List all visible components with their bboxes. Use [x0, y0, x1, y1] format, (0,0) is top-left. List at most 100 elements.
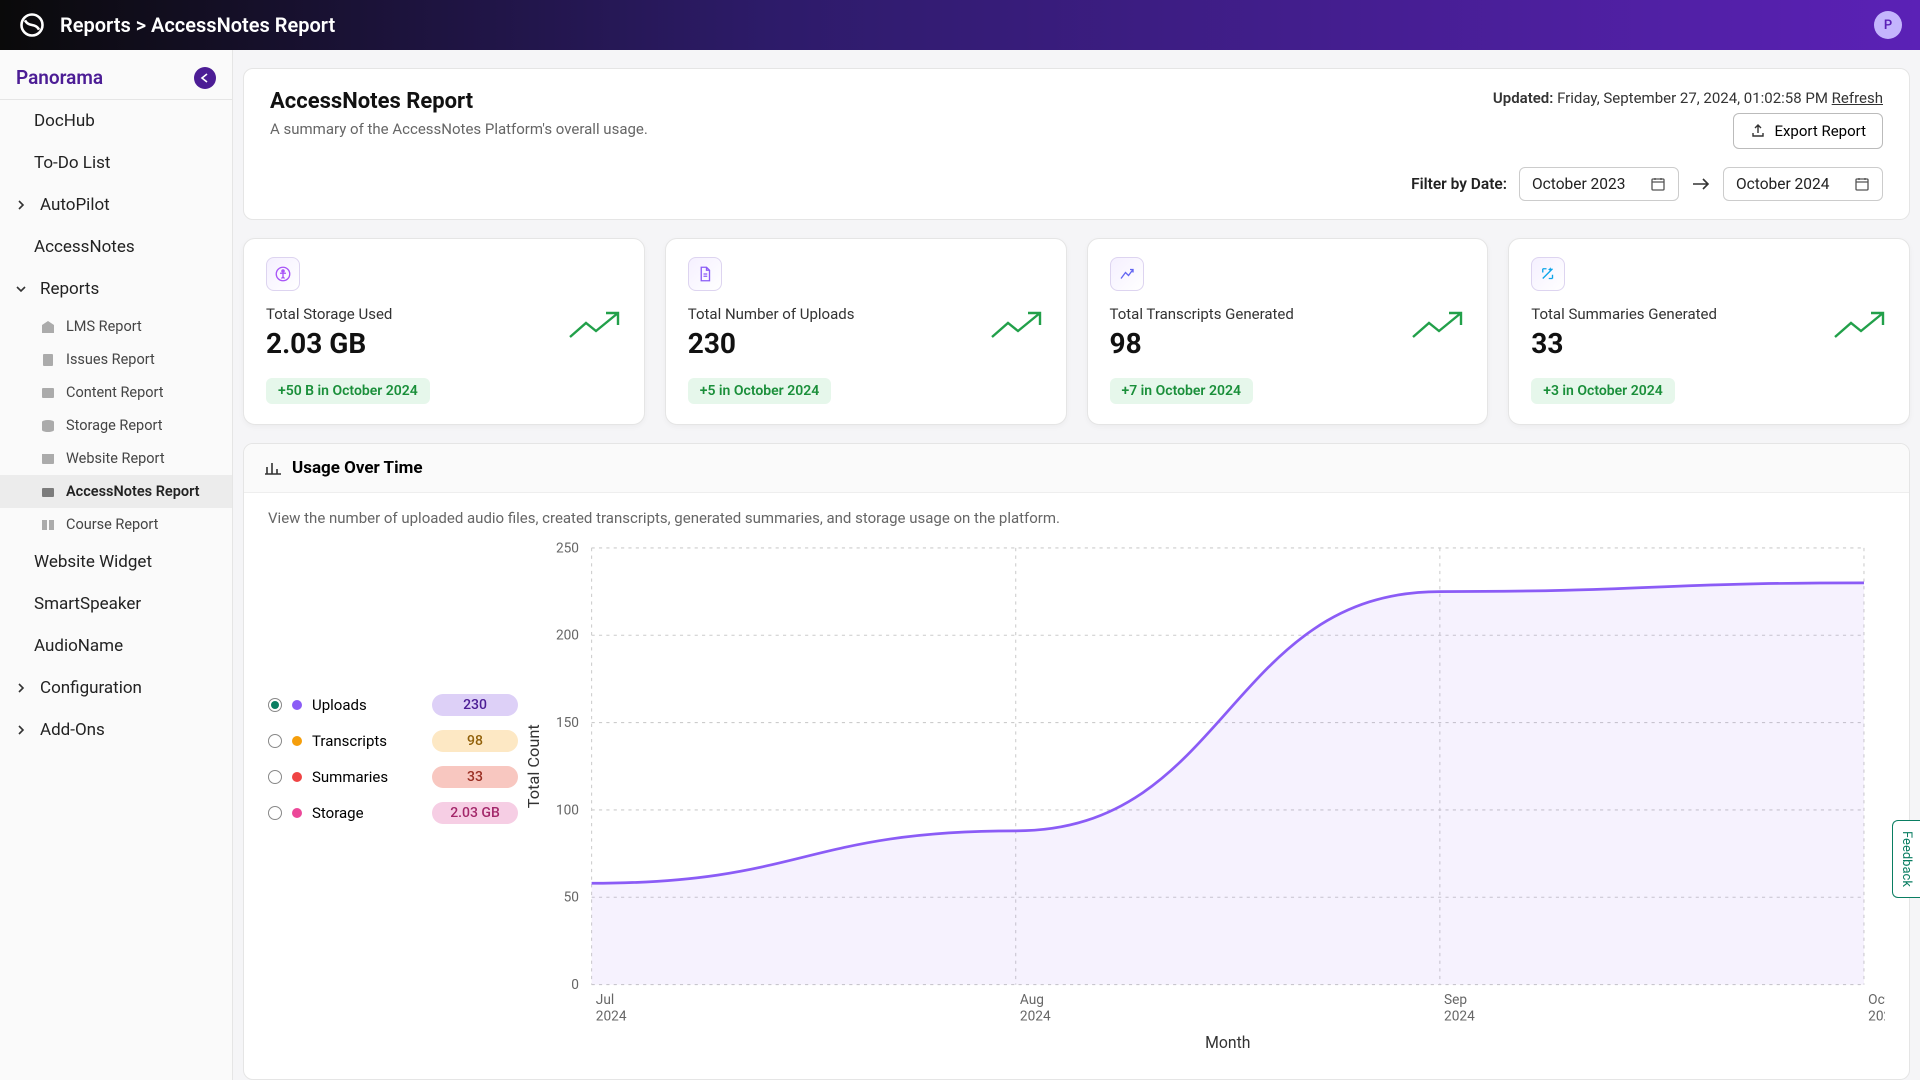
feedback-tab[interactable]: Feedback	[1892, 820, 1920, 898]
refresh-link[interactable]: Refresh	[1832, 89, 1883, 107]
chart-plot: 050100150200250Jul2024Aug2024Sep2024Oct2…	[518, 537, 1885, 1061]
sidebar-sub-storage-report[interactable]: Storage Report	[0, 409, 232, 442]
report-icon	[40, 484, 56, 500]
sidebar-item-reports[interactable]: Reports	[0, 268, 232, 310]
sidebar-item-autopilot[interactable]: AutoPilot	[0, 184, 232, 226]
updated-timestamp: Updated: Friday, September 27, 2024, 01:…	[1493, 89, 1883, 107]
sidebar-sub-accessnotes-report[interactable]: AccessNotes Report	[0, 475, 232, 508]
stat-uploads: Total Number of Uploads 230 +5 in Octobe…	[665, 238, 1067, 425]
date-filter-row: Filter by Date: October 2023 October 202…	[270, 167, 1883, 201]
accessibility-icon	[266, 257, 300, 291]
filter-label: Filter by Date:	[1411, 175, 1507, 193]
calendar-icon	[1650, 176, 1666, 192]
stat-summaries: Total Summaries Generated 33 +3 in Octob…	[1508, 238, 1910, 425]
chevron-down-icon	[16, 284, 30, 294]
collapse-sidebar-icon[interactable]	[194, 67, 216, 89]
date-from-picker[interactable]: October 2023	[1519, 167, 1679, 201]
usage-chart-card: Usage Over Time View the number of uploa…	[243, 443, 1910, 1080]
trend-up-icon	[990, 309, 1044, 341]
svg-text:Aug: Aug	[1020, 992, 1044, 1008]
date-to-picker[interactable]: October 2024	[1723, 167, 1883, 201]
svg-text:2024: 2024	[1020, 1008, 1051, 1024]
document-icon	[40, 352, 56, 368]
svg-text:Total Count: Total Count	[524, 724, 543, 808]
stat-delta: +7 in October 2024	[1110, 378, 1253, 404]
stat-transcripts: Total Transcripts Generated 98 +7 in Oct…	[1087, 238, 1489, 425]
chart-title: Usage Over Time	[292, 458, 423, 478]
svg-text:Jul: Jul	[596, 992, 614, 1008]
sidebar-item-todo[interactable]: To-Do List	[0, 142, 232, 184]
series-dot	[292, 700, 302, 710]
legend-summaries[interactable]: Summaries 33	[268, 759, 518, 795]
sidebar-sub-issues-report[interactable]: Issues Report	[0, 343, 232, 376]
svg-text:Sep: Sep	[1444, 992, 1467, 1008]
svg-text:2024: 2024	[1868, 1008, 1885, 1024]
svg-text:Month: Month	[1205, 1033, 1250, 1052]
trend-up-icon	[1411, 309, 1465, 341]
calendar-icon	[1854, 176, 1870, 192]
legend-transcripts[interactable]: Transcripts 98	[268, 723, 518, 759]
stat-delta: +5 in October 2024	[688, 378, 831, 404]
sidebar-org-header: Panorama	[0, 58, 232, 100]
trend-up-icon	[568, 309, 622, 341]
sidebar-item-smartspeaker[interactable]: SmartSpeaker	[0, 583, 232, 625]
series-dot	[292, 772, 302, 782]
sidebar-item-addons[interactable]: Add-Ons	[0, 709, 232, 751]
series-dot	[292, 808, 302, 818]
sidebar-item-audioname[interactable]: AudioName	[0, 625, 232, 667]
stat-delta: +3 in October 2024	[1531, 378, 1674, 404]
trend-up-icon	[1833, 309, 1887, 341]
page-title: AccessNotes Report	[270, 89, 648, 114]
stat-storage: Total Storage Used 2.03 GB +50 B in Octo…	[243, 238, 645, 425]
report-header-card: AccessNotes Report A summary of the Acce…	[243, 68, 1910, 220]
sidebar-item-dochub[interactable]: DocHub	[0, 100, 232, 142]
book-icon	[40, 517, 56, 533]
topbar: Reports > AccessNotes Report P	[0, 0, 1920, 50]
svg-text:0: 0	[571, 977, 579, 993]
file-icon	[688, 257, 722, 291]
sidebar-item-configuration[interactable]: Configuration	[0, 667, 232, 709]
svg-text:Oct: Oct	[1868, 992, 1885, 1008]
window-icon	[40, 451, 56, 467]
chart-description: View the number of uploaded audio files,…	[244, 493, 1909, 527]
sidebar-sub-course-report[interactable]: Course Report	[0, 508, 232, 541]
sparkle-icon	[1531, 257, 1565, 291]
user-avatar[interactable]: P	[1874, 11, 1902, 39]
layers-icon	[40, 385, 56, 401]
bar-chart-icon	[264, 459, 282, 477]
series-dot	[292, 736, 302, 746]
radio-icon	[268, 806, 282, 820]
radio-icon	[268, 770, 282, 784]
database-icon	[40, 418, 56, 434]
export-icon	[1750, 123, 1766, 139]
main-content: AccessNotes Report A summary of the Acce…	[233, 50, 1920, 1080]
radio-icon	[268, 734, 282, 748]
sidebar-sub-lms-report[interactable]: LMS Report	[0, 310, 232, 343]
sidebar-item-accessnotes[interactable]: AccessNotes	[0, 226, 232, 268]
svg-text:150: 150	[556, 715, 579, 731]
svg-text:200: 200	[556, 627, 579, 643]
svg-text:2024: 2024	[596, 1008, 627, 1024]
arrow-right-icon	[1691, 177, 1711, 191]
stat-delta: +50 B in October 2024	[266, 378, 430, 404]
chart-legend: Uploads 230 Transcripts 98 Summaries 33	[268, 537, 518, 1061]
stat-cards-row: Total Storage Used 2.03 GB +50 B in Octo…	[243, 238, 1910, 425]
legend-storage[interactable]: Storage 2.03 GB	[268, 795, 518, 831]
svg-text:2024: 2024	[1444, 1008, 1475, 1024]
sidebar-sub-website-report[interactable]: Website Report	[0, 442, 232, 475]
sidebar: Panorama DocHub To-Do List AutoPilot Acc…	[0, 50, 233, 1080]
building-icon	[40, 319, 56, 335]
export-report-button[interactable]: Export Report	[1733, 113, 1883, 149]
breadcrumb: Reports > AccessNotes Report	[60, 13, 335, 37]
svg-text:50: 50	[564, 889, 580, 905]
legend-uploads[interactable]: Uploads 230	[268, 687, 518, 723]
radio-icon	[268, 698, 282, 712]
sidebar-sub-content-report[interactable]: Content Report	[0, 376, 232, 409]
chevron-right-icon	[16, 200, 30, 210]
sidebar-item-website-widget[interactable]: Website Widget	[0, 541, 232, 583]
org-name: Panorama	[16, 66, 103, 89]
page-subtitle: A summary of the AccessNotes Platform's …	[270, 120, 648, 138]
chevron-right-icon	[16, 725, 30, 735]
trend-icon	[1110, 257, 1144, 291]
svg-text:250: 250	[556, 540, 579, 556]
